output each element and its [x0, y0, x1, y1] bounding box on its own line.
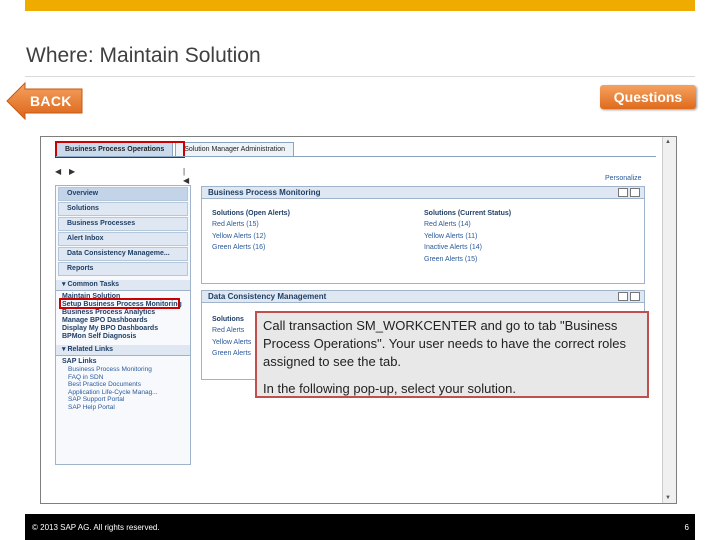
bpm-panel-header: Business Process Monitoring: [202, 187, 644, 199]
bpm-open-yellow-alerts[interactable]: Yellow Alerts (12): [212, 231, 290, 243]
task-display-dashboards[interactable]: Display My BPO Dashboards: [62, 325, 190, 333]
maintain-solution-highlight-box: [59, 298, 180, 309]
nav-item-solutions[interactable]: Solutions: [58, 202, 188, 216]
nav-right-icon[interactable]: ▶: [69, 167, 75, 176]
bpm-panel: Business Process Monitoring Solutions (O…: [201, 186, 645, 284]
copyright-text: © 2013 SAP AG. All rights reserved.: [32, 523, 160, 532]
dcm-col-title: Solutions: [212, 316, 244, 323]
nav-item-overview[interactable]: Overview: [58, 187, 188, 201]
instruction-callout: Call transaction SM_WORKCENTER and go to…: [255, 311, 649, 398]
panel-settings-icon[interactable]: [618, 188, 628, 197]
bpm-panel-icons: [616, 188, 640, 200]
back-button-label: BACK: [30, 93, 72, 109]
dcm-panel-header: Data Consistency Management: [202, 291, 644, 303]
task-bp-analytics[interactable]: Business Process Analytics: [62, 309, 190, 317]
dcm-green-alerts[interactable]: Green Alerts: [212, 348, 251, 360]
related-links-list: SAP Links Business Process Monitoring FA…: [56, 356, 190, 411]
nav-left-icon[interactable]: ◀: [55, 167, 61, 176]
bpm-open-green-alerts[interactable]: Green Alerts (16): [212, 242, 290, 254]
common-tasks-title: Common Tasks: [67, 281, 120, 288]
related-links-header[interactable]: ▾ Related Links: [56, 345, 190, 356]
related-link-help-portal[interactable]: SAP Help Portal: [62, 404, 190, 412]
related-link-alm[interactable]: Application Life-Cycle Manag...: [62, 389, 190, 397]
dcm-panel-icons: [616, 292, 640, 304]
bpm-status-red-alerts[interactable]: Red Alerts (14): [424, 219, 511, 231]
bpm-status-green-alerts[interactable]: Green Alerts (15): [424, 254, 511, 266]
common-tasks-header[interactable]: ▾ Common Tasks: [56, 280, 190, 291]
bpm-panel-title: Business Process Monitoring: [208, 188, 321, 197]
tab-underline: [56, 156, 656, 157]
panel-settings-icon[interactable]: [618, 292, 628, 301]
dcm-red-alerts[interactable]: Red Alerts: [212, 325, 251, 337]
bpm-status-title: Solutions (Current Status): [424, 210, 512, 217]
related-group-sap-links: SAP Links: [62, 358, 97, 365]
page-number: 6: [684, 523, 689, 532]
callout-line-1: Call transaction SM_WORKCENTER and go to…: [263, 318, 627, 369]
dcm-alerts-column: Solutions Red Alerts Yellow Alerts Green…: [212, 315, 251, 360]
scroll-up-icon[interactable]: ▲: [665, 139, 671, 145]
bpm-status-column: Solutions (Current Status) Red Alerts (1…: [424, 209, 511, 265]
nav-item-data-consistency[interactable]: Data Consistency Manageme...: [58, 247, 188, 261]
related-link-bpmon[interactable]: Business Process Monitoring: [62, 366, 190, 374]
vertical-scrollbar[interactable]: ▲ ▼: [662, 137, 676, 503]
left-navigation: Overview Solutions Business Processes Al…: [55, 185, 191, 465]
callout-line-2: In the following pop-up, select your sol…: [263, 381, 516, 396]
questions-button[interactable]: Questions: [600, 85, 696, 109]
personalize-link[interactable]: Personalize: [605, 175, 642, 182]
footer-bar: © 2013 SAP AG. All rights reserved. 6: [25, 514, 695, 540]
task-self-diagnosis[interactable]: BPMon Self Diagnosis: [62, 333, 190, 341]
panel-minimize-icon[interactable]: [630, 188, 640, 197]
bpm-status-inactive-alerts[interactable]: Inactive Alerts (14): [424, 242, 511, 254]
slide-title: Where: Maintain Solution: [26, 44, 261, 67]
back-button[interactable]: BACK: [6, 82, 84, 120]
related-link-faq[interactable]: FAQ in SDN: [62, 374, 190, 382]
task-manage-dashboards[interactable]: Manage BPO Dashboards: [62, 317, 190, 325]
related-link-best-practice[interactable]: Best Practice Documents: [62, 381, 190, 389]
nav-item-alert-inbox[interactable]: Alert Inbox: [58, 232, 188, 246]
nav-collapse-icon[interactable]: |◀: [183, 167, 190, 185]
bpm-open-red-alerts[interactable]: Red Alerts (15): [212, 219, 290, 231]
bpm-open-alerts-column: Solutions (Open Alerts) Red Alerts (15) …: [212, 209, 290, 254]
related-link-support-portal[interactable]: SAP Support Portal: [62, 396, 190, 404]
title-divider: [25, 76, 695, 77]
panel-minimize-icon[interactable]: [630, 292, 640, 301]
dcm-panel-title: Data Consistency Management: [208, 292, 327, 301]
nav-item-reports[interactable]: Reports: [58, 262, 188, 276]
tab-solution-manager-administration[interactable]: Solution Manager Administration: [175, 142, 294, 157]
nav-item-business-processes[interactable]: Business Processes: [58, 217, 188, 231]
related-links-title: Related Links: [67, 346, 113, 353]
scroll-down-icon[interactable]: ▼: [665, 495, 671, 501]
top-accent-bar: [25, 0, 695, 11]
dcm-yellow-alerts[interactable]: Yellow Alerts: [212, 337, 251, 349]
bpm-open-alerts-title: Solutions (Open Alerts): [212, 210, 290, 217]
bpm-status-yellow-alerts[interactable]: Yellow Alerts (11): [424, 231, 511, 243]
